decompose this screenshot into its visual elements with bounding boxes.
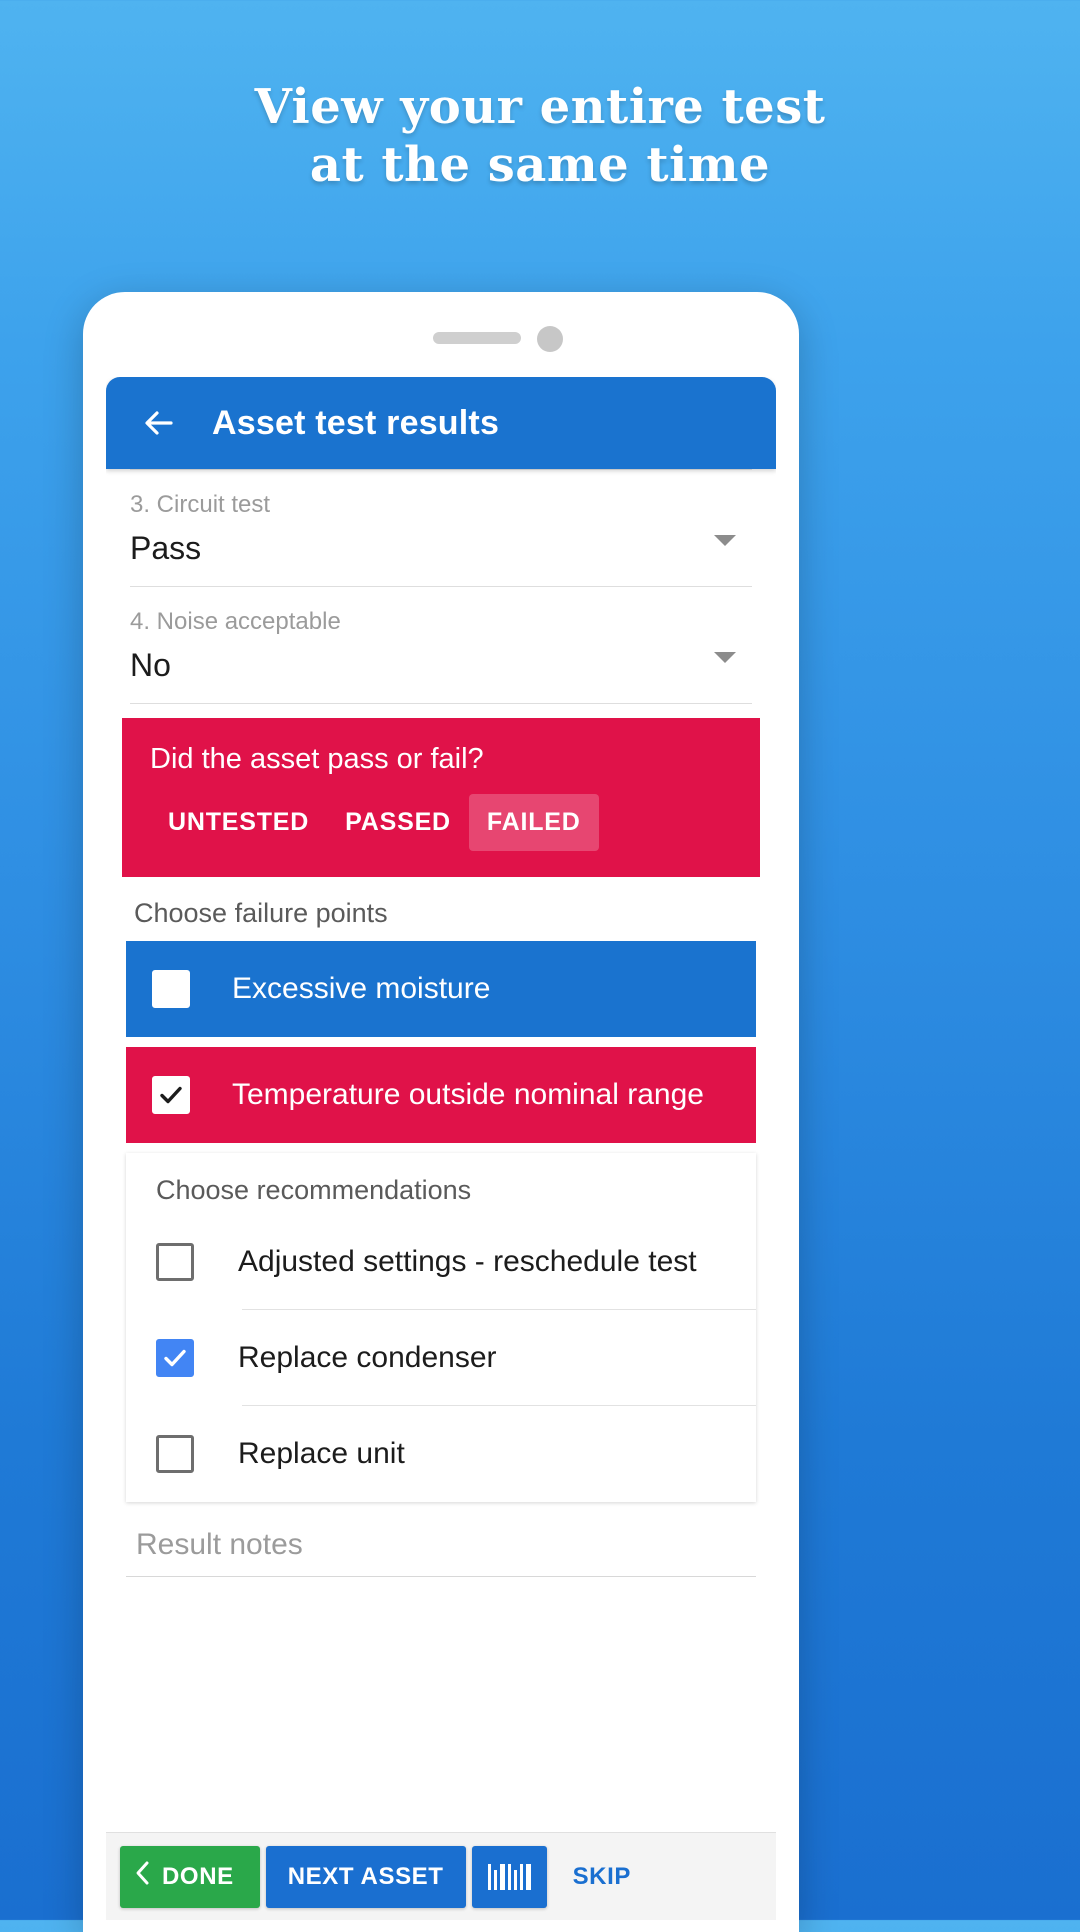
field-value: No (130, 647, 171, 683)
recommendations-title: Choose recommendations (156, 1175, 472, 1205)
failure-points-title: Choose failure points (134, 898, 388, 928)
checkbox-unchecked-icon[interactable] (156, 1435, 194, 1473)
recommendation-label: Adjusted settings - reschedule test (238, 1245, 697, 1278)
field-label: 4. Noise acceptable (130, 608, 341, 635)
arrow-left-icon[interactable] (138, 402, 180, 444)
field-label: 3. Circuit test (130, 491, 271, 518)
promo-headline-line1: View your entire test (254, 79, 826, 135)
phone-camera-icon (537, 326, 563, 352)
recommendation-replace-condenser[interactable]: Replace condenser (126, 1310, 756, 1406)
form-body: 3. Circuit test Pass 4. Noise acceptable… (106, 469, 776, 1920)
segment-passed[interactable]: PASSED (327, 794, 469, 851)
app-bar: Asset test results (106, 377, 776, 469)
field-noise-acceptable[interactable]: 4. Noise acceptable No (130, 587, 752, 704)
result-notes-placeholder: Result notes (136, 1528, 303, 1561)
pass-fail-panel: Did the asset pass or fail? UNTESTED PAS… (122, 718, 760, 877)
next-asset-button-label: NEXT ASSET (287, 1862, 444, 1890)
recommendations-card: Choose recommendations Adjusted settings… (126, 1153, 756, 1502)
recommendation-label: Replace condenser (238, 1341, 497, 1374)
recommendation-replace-unit[interactable]: Replace unit (126, 1406, 756, 1502)
checkbox-checked-icon[interactable] (156, 1339, 194, 1377)
failure-point-temperature-outside-nominal-range[interactable]: Temperature outside nominal range (126, 1047, 756, 1143)
promo-headline-line2: at the same time (309, 137, 771, 193)
field-circuit-test[interactable]: 3. Circuit test Pass (130, 469, 752, 587)
chevron-down-icon[interactable] (714, 652, 736, 663)
scan-barcode-button[interactable] (471, 1845, 547, 1908)
failure-point-label: Temperature outside nominal range (232, 1078, 704, 1111)
failure-point-excessive-moisture[interactable]: Excessive moisture (126, 941, 756, 1037)
chevron-down-icon[interactable] (714, 535, 736, 546)
failure-point-label: Excessive moisture (232, 972, 491, 1005)
field-value: Pass (130, 530, 202, 566)
app-screen: Asset test results 3. Circuit test Pass … (106, 377, 776, 1920)
pass-fail-segmented-control: UNTESTED PASSED FAILED (150, 794, 732, 851)
barcode-icon (487, 1863, 531, 1890)
chevron-left-icon (134, 1860, 152, 1893)
segment-failed[interactable]: FAILED (468, 794, 599, 851)
result-notes-field[interactable]: Result notes (126, 1528, 756, 1577)
done-button-label: DONE (162, 1862, 234, 1890)
checkbox-unchecked-icon[interactable] (152, 970, 190, 1008)
checkbox-unchecked-icon[interactable] (156, 1243, 194, 1281)
skip-button[interactable]: SKIP (553, 1863, 651, 1891)
segment-untested[interactable]: UNTESTED (150, 794, 327, 851)
done-button[interactable]: DONE (120, 1845, 260, 1908)
checkbox-checked-icon[interactable] (152, 1076, 190, 1114)
promo-headline: View your entire test at the same time (0, 78, 1080, 194)
pass-fail-question: Did the asset pass or fail? (150, 743, 484, 775)
recommendation-adjusted-settings[interactable]: Adjusted settings - reschedule test (126, 1214, 756, 1310)
phone-speaker (433, 332, 521, 344)
bottom-action-bar: DONE NEXT ASSET SKIP (106, 1832, 776, 1920)
recommendation-label: Replace unit (238, 1437, 405, 1470)
page-title: Asset test results (212, 403, 500, 442)
next-asset-button[interactable]: NEXT ASSET (265, 1845, 466, 1908)
